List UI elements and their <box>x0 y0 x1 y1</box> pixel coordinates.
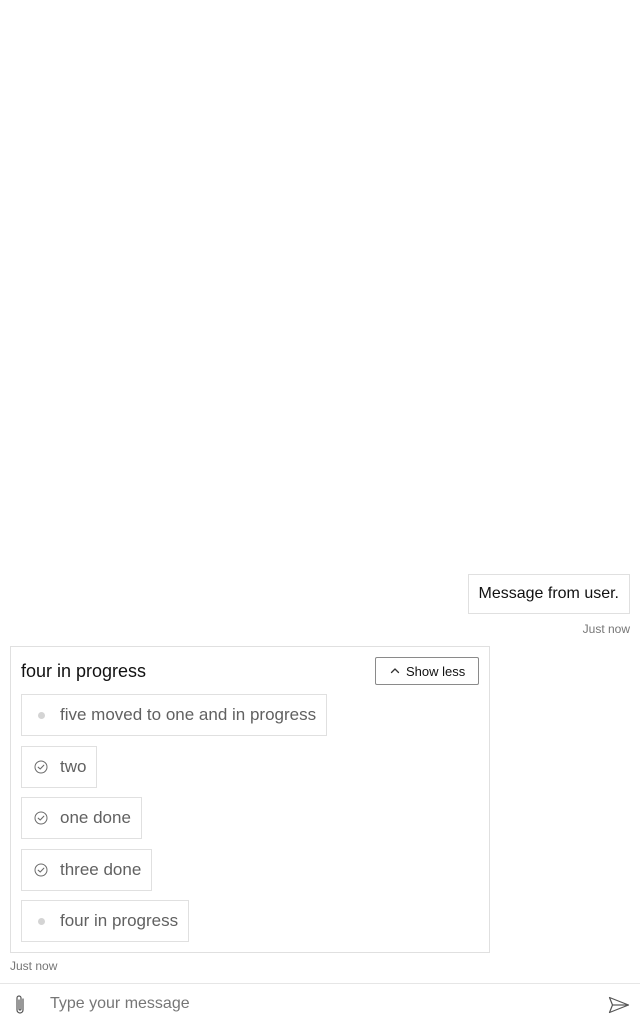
task-item-label: five moved to one and in progress <box>60 705 317 724</box>
check-circle-icon <box>34 760 48 774</box>
task-item-label: four in progress <box>60 911 179 930</box>
message-composer <box>0 983 640 1024</box>
show-less-button[interactable]: Show less <box>375 657 479 685</box>
check-circle-icon <box>34 811 48 825</box>
chat-transcript: Message from user. Just now four in prog… <box>0 0 640 983</box>
task-item-done[interactable]: two <box>21 746 98 788</box>
attach-button[interactable] <box>8 992 32 1018</box>
user-message-text: Message from user. <box>478 585 620 602</box>
paperclip-icon <box>16 995 24 1014</box>
bot-message-timestamp: Just now <box>10 959 58 973</box>
dot-icon <box>34 914 48 928</box>
task-item-done[interactable]: one done <box>21 797 142 839</box>
send-icon <box>608 996 630 1014</box>
user-message-bubble: Message from user. <box>467 574 630 614</box>
task-item-in-progress[interactable]: five moved to one and in progress <box>21 694 328 736</box>
task-item-label: two <box>60 757 87 776</box>
task-item-label: one done <box>60 808 131 827</box>
task-item-in-progress[interactable]: four in progress <box>21 900 190 942</box>
check-circle-icon <box>34 863 48 877</box>
show-less-label: Show less <box>406 663 466 679</box>
chevron-up-icon <box>390 668 400 674</box>
task-item-done[interactable]: three done <box>21 849 153 891</box>
send-button[interactable] <box>604 992 634 1018</box>
dot-icon <box>34 708 48 722</box>
task-list-card: four in progress Show less five moved to… <box>10 646 490 953</box>
task-item-label: three done <box>60 860 142 879</box>
task-list-title: four in progress <box>21 661 147 681</box>
message-input[interactable] <box>48 991 592 1017</box>
user-message-timestamp: Just now <box>582 622 630 636</box>
